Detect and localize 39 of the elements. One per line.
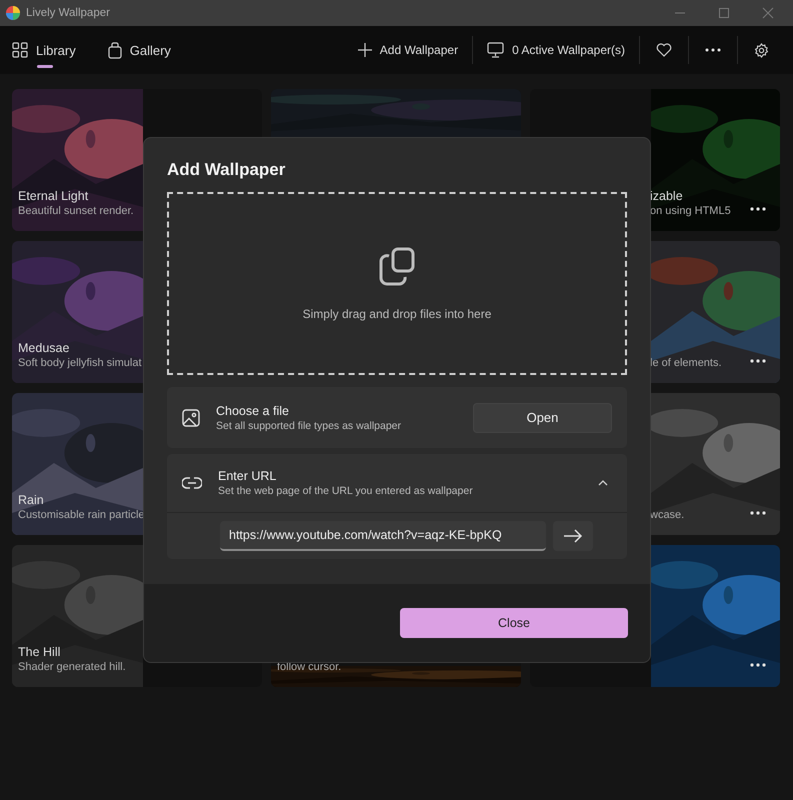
wallpaper-title: The Hill [18,645,62,659]
wallpaper-description: Customisable rain particle [18,509,145,521]
open-button[interactable]: Open [473,402,612,432]
copy-icon [377,246,417,286]
close-button[interactable]: Close [400,608,628,638]
option-title: Enter URL [218,469,278,483]
wallpaper-description: Shader generated hill. [18,661,126,673]
drop-zone[interactable]: Simply drag and drop files into here [167,192,627,375]
option-subtitle: Set the web page of the URL you entered as wallpaper [218,485,474,497]
wallpaper-title: Medusae [18,341,70,355]
close-icon[interactable] [761,6,775,20]
wallpaper-description: Beautiful sunset render. [18,205,134,217]
more-icon[interactable] [750,663,766,667]
image-icon [182,408,200,426]
dialog-title: Add Wallpaper [167,160,286,180]
more-icon[interactable] [750,511,766,515]
nav-tab[interactable]: Gallery [108,32,189,68]
active-wallpapers-button[interactable]: 0 Active Wallpaper(s) [477,36,635,64]
grid-icon [12,42,28,58]
option-subtitle: Set all supported file types as wallpaper [216,420,402,432]
app-logo [6,6,20,20]
option-title: Choose a file [216,404,290,418]
monitor-icon [487,42,504,58]
url-field[interactable]: https://www.youtube.com/watch?v=aqz-KE-bpKQ [220,521,546,551]
more-icon[interactable] [750,359,766,363]
nav-tab[interactable]: Library [12,32,94,68]
link-icon [182,477,202,489]
more-icon[interactable] [750,207,766,211]
maximize-icon[interactable] [717,6,731,20]
wallpaper-title: Eternal Light [18,189,90,203]
add-wallpaper-button[interactable]: Add Wallpaper [348,37,468,63]
wallpaper-title: izable [650,189,684,203]
wallpaper-description: wcase. [650,509,684,521]
plus-icon [358,43,372,57]
wallpaper-title: Rain [18,493,45,507]
wallpaper-description: Soft body jellyfish simulat [18,357,142,369]
bag-icon [108,42,122,58]
drop-hint: Simply drag and drop files into here [302,306,492,320]
window-title: Lively Wallpaper [26,7,111,19]
